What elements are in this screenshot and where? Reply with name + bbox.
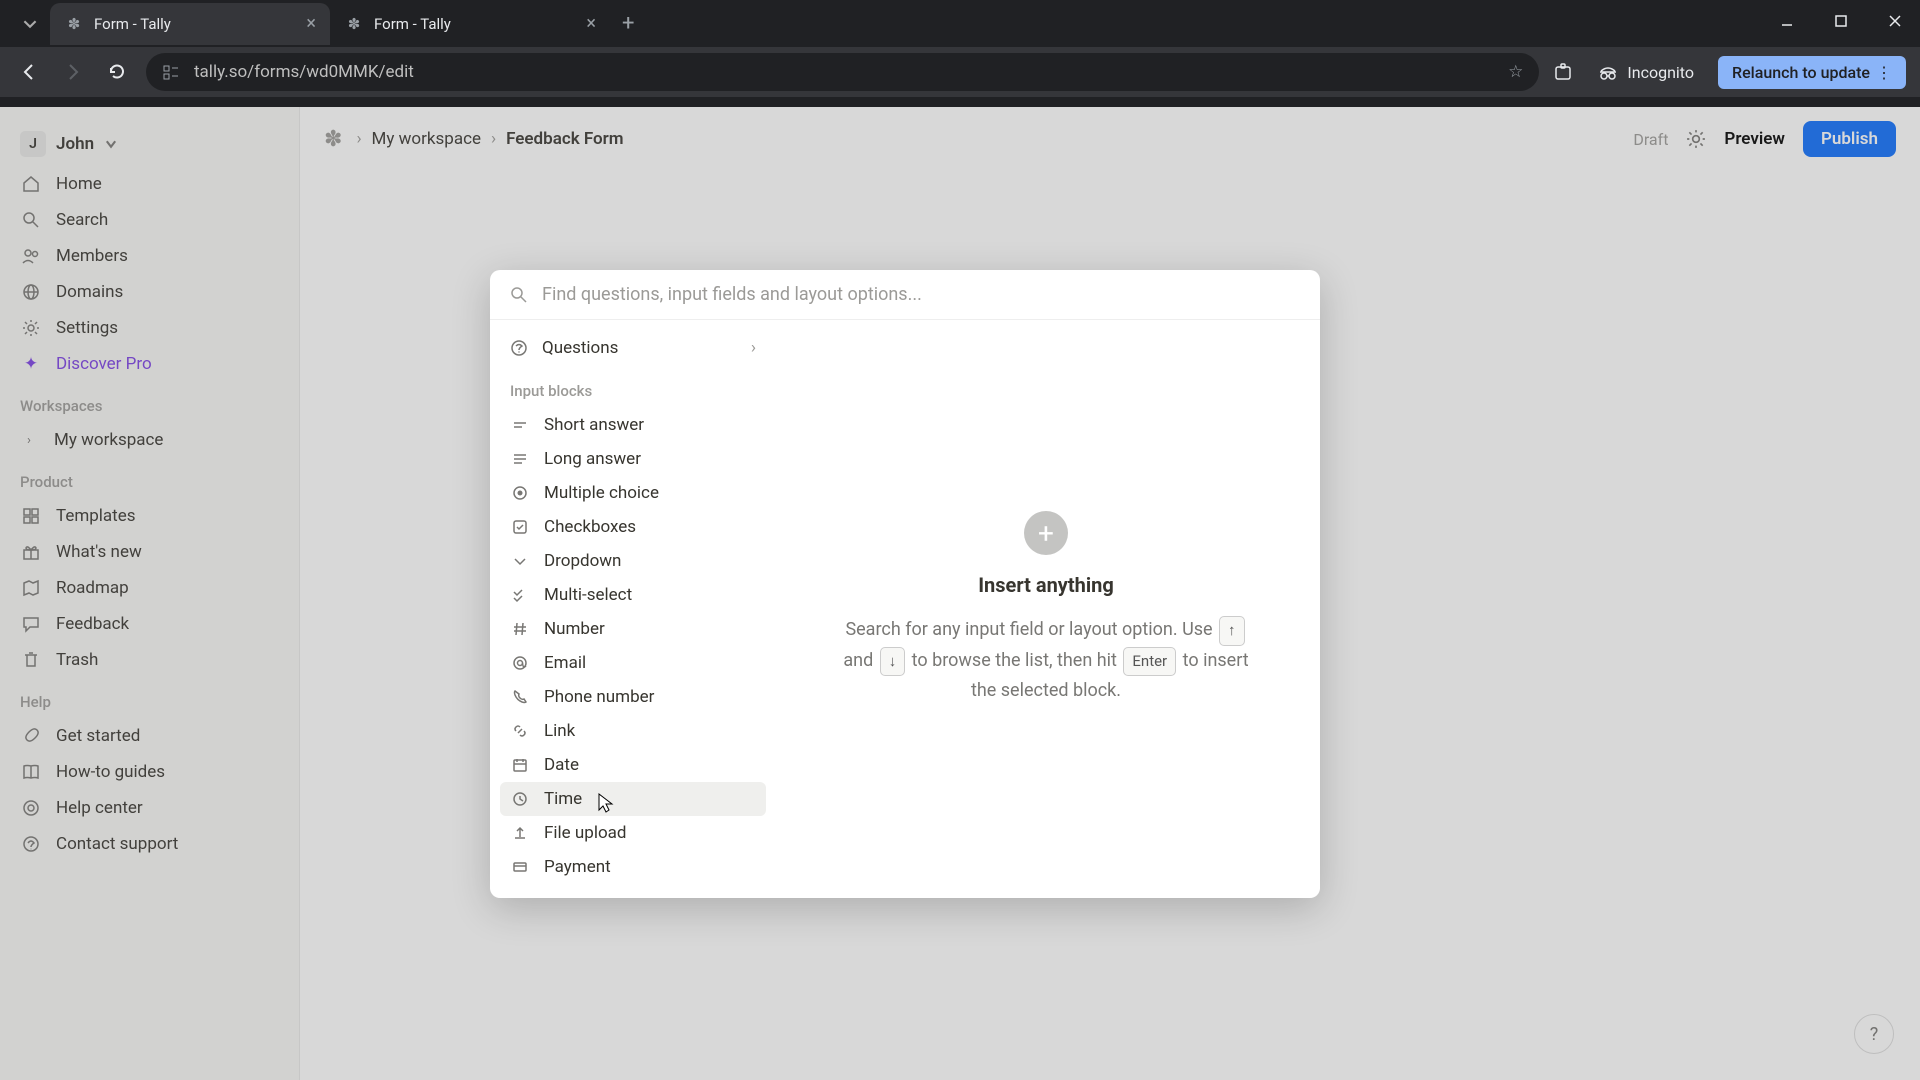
long-answer-icon bbox=[510, 451, 530, 467]
question-icon bbox=[510, 339, 528, 357]
incognito-icon bbox=[1597, 61, 1619, 83]
block-email[interactable]: Email bbox=[500, 646, 766, 680]
close-icon[interactable]: × bbox=[306, 13, 316, 34]
dropdown-icon bbox=[510, 553, 530, 569]
radio-icon bbox=[510, 485, 530, 501]
block-date[interactable]: Date bbox=[500, 748, 766, 782]
card-icon bbox=[510, 859, 530, 875]
multi-select-icon bbox=[510, 587, 530, 603]
bookmark-star-icon[interactable]: ☆ bbox=[1508, 62, 1523, 82]
modal-block-list[interactable]: Questions › Input blocks Short answer Lo… bbox=[490, 320, 772, 898]
upload-icon bbox=[510, 825, 530, 841]
tab-title: Form - Tally bbox=[94, 15, 296, 33]
modal-search-input[interactable] bbox=[542, 284, 1300, 305]
key-up: ↑ bbox=[1219, 616, 1245, 646]
checkbox-icon bbox=[510, 519, 530, 535]
questions-category[interactable]: Questions › bbox=[500, 328, 766, 368]
maximize-button[interactable] bbox=[1826, 6, 1856, 36]
back-button[interactable] bbox=[14, 57, 44, 87]
modal-body: Questions › Input blocks Short answer Lo… bbox=[490, 320, 1320, 898]
tally-favicon-icon: ✽ bbox=[344, 14, 364, 34]
url-text: tally.so/forms/wd0MMK/edit bbox=[194, 62, 1494, 82]
phone-icon bbox=[510, 689, 530, 705]
block-long-answer[interactable]: Long answer bbox=[500, 442, 766, 476]
chevron-right-icon: › bbox=[751, 338, 756, 358]
hash-icon bbox=[510, 621, 530, 637]
close-icon[interactable]: × bbox=[586, 13, 596, 34]
block-payment[interactable]: Payment bbox=[500, 850, 766, 884]
browser-toolbar: tally.so/forms/wd0MMK/edit ☆ Incognito R… bbox=[0, 47, 1920, 97]
key-down: ↓ bbox=[880, 647, 906, 677]
reload-button[interactable] bbox=[102, 57, 132, 87]
modal-preview-pane: + Insert anything Search for any input f… bbox=[772, 320, 1320, 898]
incognito-indicator[interactable]: Incognito bbox=[1587, 61, 1704, 83]
block-dropdown[interactable]: Dropdown bbox=[500, 544, 766, 578]
forward-button[interactable] bbox=[58, 57, 88, 87]
block-multi-select[interactable]: Multi-select bbox=[500, 578, 766, 612]
insert-title: Insert anything bbox=[978, 573, 1114, 597]
tally-favicon-icon: ✽ bbox=[64, 14, 84, 34]
block-time[interactable]: Time bbox=[500, 782, 766, 816]
tab-strip: ✽ Form - Tally × ✽ Form - Tally × + bbox=[0, 0, 1920, 47]
kebab-icon: ⋮ bbox=[1876, 63, 1892, 82]
plus-circle-icon: + bbox=[1024, 511, 1068, 555]
site-info-icon[interactable] bbox=[162, 63, 180, 81]
block-short-answer[interactable]: Short answer bbox=[500, 408, 766, 442]
incognito-label: Incognito bbox=[1627, 63, 1694, 82]
minimize-button[interactable] bbox=[1772, 6, 1802, 36]
block-number[interactable]: Number bbox=[500, 612, 766, 646]
extensions-button[interactable] bbox=[1553, 62, 1573, 82]
window-controls bbox=[1772, 6, 1910, 36]
tab-title: Form - Tally bbox=[374, 15, 576, 33]
block-phone[interactable]: Phone number bbox=[500, 680, 766, 714]
block-checkboxes[interactable]: Checkboxes bbox=[500, 510, 766, 544]
block-link[interactable]: Link bbox=[500, 714, 766, 748]
close-window-button[interactable] bbox=[1880, 6, 1910, 36]
browser-tab-active[interactable]: ✽ Form - Tally × bbox=[50, 3, 330, 45]
input-blocks-section-label: Input blocks bbox=[500, 368, 766, 408]
insert-block-modal: Questions › Input blocks Short answer Lo… bbox=[490, 270, 1320, 898]
search-icon bbox=[510, 286, 528, 304]
address-bar[interactable]: tally.so/forms/wd0MMK/edit ☆ bbox=[146, 53, 1539, 91]
at-icon bbox=[510, 655, 530, 671]
key-enter: Enter bbox=[1123, 647, 1176, 677]
relaunch-button[interactable]: Relaunch to update ⋮ bbox=[1718, 56, 1906, 89]
tab-search-dropdown[interactable] bbox=[10, 4, 50, 44]
browser-tab-inactive[interactable]: ✽ Form - Tally × bbox=[330, 3, 610, 45]
clock-icon bbox=[510, 791, 530, 807]
insert-description: Search for any input field or layout opt… bbox=[832, 615, 1260, 707]
new-tab-button[interactable]: + bbox=[610, 11, 646, 36]
block-file-upload[interactable]: File upload bbox=[500, 816, 766, 850]
short-answer-icon bbox=[510, 417, 530, 433]
link-icon bbox=[510, 723, 530, 739]
modal-search-row bbox=[490, 270, 1320, 320]
calendar-icon bbox=[510, 757, 530, 773]
browser-chrome: ✽ Form - Tally × ✽ Form - Tally × + tall… bbox=[0, 0, 1920, 107]
block-multiple-choice[interactable]: Multiple choice bbox=[500, 476, 766, 510]
